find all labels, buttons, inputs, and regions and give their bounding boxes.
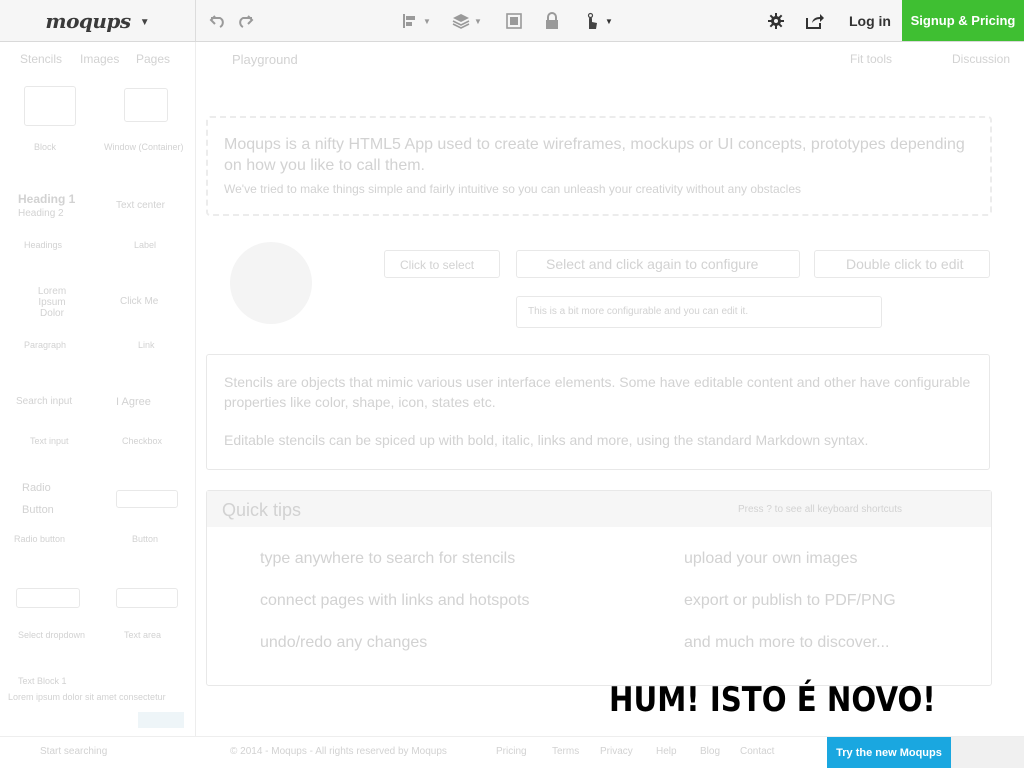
secondary-footer-button[interactable] xyxy=(951,737,1024,768)
redo-icon[interactable] xyxy=(236,11,254,31)
stencil-label: Link xyxy=(138,340,155,350)
stencil-textarea[interactable] xyxy=(116,588,178,608)
stencil-block[interactable] xyxy=(24,86,76,126)
tip-item: type anywhere to search for stencils xyxy=(260,550,516,567)
stencil-search-input[interactable]: Start searching xyxy=(40,746,107,757)
configure-text: Select and click again to configure xyxy=(546,256,759,272)
overlay-caption: HUM! ISTO É NOVO! xyxy=(609,680,936,720)
stencil-label: Label xyxy=(134,240,157,250)
stencil-label: Paragraph xyxy=(24,340,67,350)
footer-link[interactable]: Help xyxy=(656,746,677,757)
tip-item: and much more to discover... xyxy=(684,634,890,651)
login-button[interactable]: Log in xyxy=(838,0,902,41)
lock-icon[interactable] xyxy=(543,11,561,31)
help-circle-icon xyxy=(230,242,312,324)
stencil-label: Window (Container) xyxy=(104,142,184,152)
intro-title: Moqups is a nifty HTML5 App used to crea… xyxy=(224,136,965,174)
interaction-hand-icon[interactable]: ▼ xyxy=(583,11,613,31)
markdown-info-text: Editable stencils can be spiced up with … xyxy=(224,432,869,448)
click-select-text: Click to select xyxy=(400,258,475,272)
footer-link[interactable]: Terms xyxy=(552,746,579,757)
stencil-text-input[interactable]: Search input xyxy=(16,396,72,407)
page-title[interactable]: Playground xyxy=(232,52,298,67)
footer-copyright: © 2014 - Moqups - All rights reserved by… xyxy=(230,746,447,757)
caret-down-icon: ▼ xyxy=(474,16,482,26)
faded-editor-background: Stencils Images Pages Block Window (Cont… xyxy=(0,42,1024,768)
sidebar-bottom-label: Text Block 1 xyxy=(18,676,67,686)
stencils-sidebar: Stencils Images Pages Block Window (Cont… xyxy=(0,42,196,736)
intro-subtitle: We've tried to make things simple and fa… xyxy=(224,182,802,196)
top-toolbar: moqups ▼ ▼ ▼ ▼ Log in Signup & Pricing xyxy=(0,0,1024,42)
stencils-info-text: Stencils are objects that mimic various … xyxy=(224,374,971,410)
share-export-icon[interactable] xyxy=(805,11,825,31)
stencil-paragraph[interactable]: Lorem Ipsum Dolor xyxy=(32,286,72,319)
try-new-moqups-button[interactable]: Try the new Moqups xyxy=(827,737,951,768)
footer-link[interactable]: Privacy xyxy=(600,746,633,757)
group-icon[interactable] xyxy=(505,11,523,31)
stencil-button[interactable] xyxy=(116,490,178,508)
stencil-heading2: Heading 2 xyxy=(18,208,64,219)
caret-down-icon: ▼ xyxy=(139,16,150,28)
tip-item: undo/redo any changes xyxy=(260,634,428,651)
stencil-label: Checkbox xyxy=(122,436,163,446)
edit-text: Double click to edit xyxy=(846,256,964,272)
stencil-label: Text input xyxy=(30,436,69,446)
undo-icon[interactable] xyxy=(209,11,227,31)
align-icon[interactable]: ▼ xyxy=(401,11,431,31)
tip-item: export or publish to PDF/PNG xyxy=(684,592,896,609)
tooltip-text: This is a bit more configurable and you … xyxy=(528,306,749,317)
stencil-label: Button xyxy=(132,534,159,544)
stencil-link[interactable]: Click Me xyxy=(120,296,158,307)
zoom-menu[interactable]: Fit tools xyxy=(850,52,892,66)
stencil-label: Block xyxy=(34,142,57,152)
quick-tips-panel xyxy=(206,490,992,686)
tab-images[interactable]: Images xyxy=(80,52,119,66)
caret-down-icon: ▼ xyxy=(423,16,431,26)
footer-link[interactable]: Contact xyxy=(740,746,774,757)
stencil-radio-option[interactable]: Radio xyxy=(22,482,51,494)
stencil-label: Text area xyxy=(124,630,162,640)
moqups-logo: moqups xyxy=(45,8,131,33)
tip-item: connect pages with links and hotspots xyxy=(260,592,530,609)
tab-pages[interactable]: Pages xyxy=(136,52,170,66)
stencil-radio-option[interactable]: Button xyxy=(22,504,54,516)
settings-gear-icon[interactable] xyxy=(767,11,785,31)
stencil-window[interactable] xyxy=(124,88,168,122)
tab-stencils[interactable]: Stencils xyxy=(20,52,62,66)
logo-menu[interactable]: moqups ▼ xyxy=(0,0,196,41)
tip-item: upload your own images xyxy=(684,550,858,567)
discussion-toggle[interactable]: Discussion xyxy=(952,52,1010,66)
layers-icon[interactable]: ▼ xyxy=(452,11,482,31)
stencil-label: Headings xyxy=(24,240,63,250)
shortcuts-hint: Press ? to see all keyboard shortcuts xyxy=(738,504,902,515)
signup-pricing-button[interactable]: Signup & Pricing xyxy=(902,0,1024,41)
sidebar-bottom-button[interactable] xyxy=(138,712,184,728)
quick-tips-title: Quick tips xyxy=(222,500,302,520)
footer-link[interactable]: Blog xyxy=(700,746,720,757)
sidebar-bottom-desc: Lorem ipsum dolor sit amet consectetur xyxy=(8,692,166,702)
stencil-text-center[interactable]: Text center xyxy=(116,200,165,211)
stencil-heading1[interactable]: Heading 1 xyxy=(18,192,75,206)
stencil-label: Select dropdown xyxy=(18,630,86,640)
stencil-select[interactable] xyxy=(16,588,80,608)
stencil-checkbox[interactable]: I Agree xyxy=(116,396,151,408)
stencil-label: Radio button xyxy=(14,534,66,544)
footer-link[interactable]: Pricing xyxy=(496,746,527,757)
caret-down-icon: ▼ xyxy=(605,16,613,26)
